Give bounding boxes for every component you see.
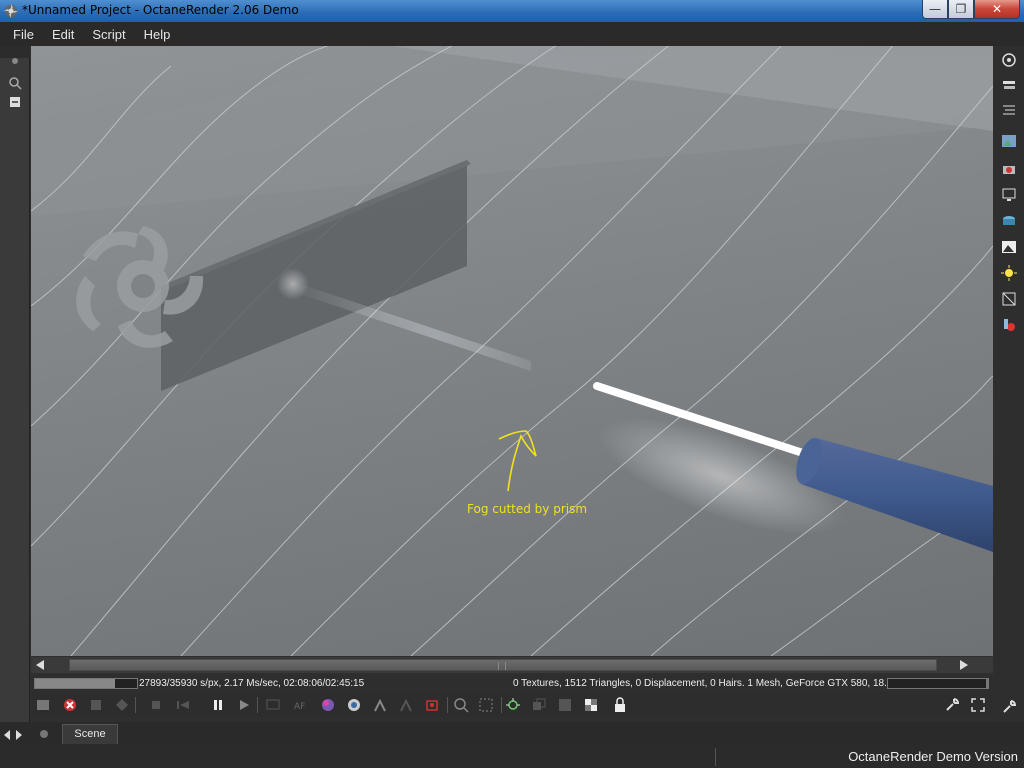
clay-mode-icon[interactable] — [582, 696, 600, 714]
render-progress-fill — [35, 679, 115, 688]
zoom-icon[interactable] — [452, 696, 470, 714]
play-icon[interactable] — [235, 696, 253, 714]
minimize-button[interactable]: — — [922, 0, 948, 19]
light-icon[interactable] — [1000, 264, 1018, 282]
render-progress-bar — [34, 678, 138, 689]
annotation-arrow — [498, 430, 537, 492]
lock-icon[interactable] — [611, 696, 629, 714]
fog-annotation: Fog cutted by prism — [467, 502, 588, 516]
bottom-status-bar: OctaneRender Demo Version — [0, 746, 1024, 768]
render-image — [31, 46, 993, 656]
material-icon[interactable] — [1000, 316, 1018, 334]
scroll-right-arrow-icon[interactable] — [960, 660, 968, 670]
octane-app-icon — [4, 4, 18, 18]
tab-scene[interactable]: Scene — [62, 724, 118, 744]
tab-next-arrow-icon[interactable] — [16, 730, 22, 740]
camera-picker-icon[interactable] — [371, 696, 389, 714]
rewind-icon[interactable] — [174, 696, 192, 714]
scroll-thumb[interactable] — [69, 659, 937, 671]
viewport-resolution-icon[interactable] — [264, 696, 282, 714]
af-icon[interactable]: AF — [292, 696, 310, 714]
outliner-icon[interactable] — [1000, 100, 1018, 118]
render-region-icon[interactable] — [34, 696, 52, 714]
footer-divider — [715, 748, 716, 766]
layers-icon[interactable] — [1000, 77, 1018, 95]
left-panel — [0, 46, 30, 722]
right-toolbar — [994, 46, 1024, 742]
title-bar[interactable]: *Unnamed Project - OctaneRender 2.06 Dem… — [0, 0, 1024, 22]
svg-text:AF: AF — [294, 702, 305, 712]
material-picker-icon[interactable] — [397, 696, 415, 714]
scroll-left-arrow-icon[interactable] — [36, 660, 44, 670]
preferences-wrench-icon[interactable] — [1000, 698, 1018, 716]
render-viewport-icon[interactable] — [1000, 51, 1018, 69]
region-icon[interactable] — [477, 696, 495, 714]
scene-statistics: 0 Textures, 1512 Triangles, 0 Displaceme… — [513, 678, 926, 689]
white-balance-icon[interactable] — [345, 696, 363, 714]
render-toolbar: AF — [31, 693, 993, 717]
texture-icon[interactable] — [1000, 290, 1018, 308]
memory-usage-bar — [887, 678, 989, 689]
save-image-icon[interactable] — [556, 696, 574, 714]
image-icon[interactable] — [1000, 132, 1018, 150]
color-picker-icon[interactable] — [319, 696, 337, 714]
graph-editor-tabs: Scene — [0, 722, 1024, 746]
denoise-icon[interactable] — [504, 696, 522, 714]
node-inspector-icon[interactable] — [4, 76, 26, 92]
display-icon[interactable] — [1000, 186, 1018, 204]
stop-render-icon[interactable] — [61, 696, 79, 714]
samples-status: 27893/35930 s/px, 2.17 Ms/sec, 02:08:06/… — [139, 678, 365, 689]
minimize-icon: — — [929, 2, 941, 16]
render-viewport[interactable]: Fog cutted by prism — [31, 46, 993, 656]
environment-icon[interactable] — [1000, 212, 1018, 230]
menu-script[interactable]: Script — [83, 27, 134, 42]
focus-picker-icon[interactable] — [113, 696, 131, 714]
camera-icon[interactable] — [1000, 160, 1018, 178]
settings-wrench-icon[interactable] — [943, 696, 961, 714]
stop-icon[interactable] — [147, 696, 165, 714]
menu-help[interactable]: Help — [135, 27, 180, 42]
collapse-icon[interactable] — [4, 96, 26, 112]
menu-bar: File Edit Script Help — [0, 22, 1024, 46]
octane-window: *Unnamed Project - OctaneRender 2.06 Dem… — [0, 0, 1024, 768]
fullscreen-icon[interactable] — [969, 696, 987, 714]
window-title: *Unnamed Project - OctaneRender 2.06 Dem… — [22, 3, 299, 17]
pause-icon[interactable] — [209, 696, 227, 714]
pin-dot-icon[interactable] — [40, 730, 48, 738]
close-button[interactable]: ✕ — [974, 0, 1020, 19]
demo-version-label: OctaneRender Demo Version — [848, 749, 1018, 764]
imager-icon[interactable] — [1000, 238, 1018, 256]
memory-usage-fill — [986, 679, 988, 688]
maximize-button[interactable]: ❐ — [948, 0, 974, 19]
restart-render-icon[interactable] — [87, 696, 105, 714]
copy-to-clipboard-icon[interactable] — [530, 696, 548, 714]
close-icon: ✕ — [991, 2, 1003, 16]
tab-prev-arrow-icon[interactable] — [4, 730, 10, 740]
render-status-bar: 27893/35930 s/px, 2.17 Ms/sec, 02:08:06/… — [31, 675, 993, 693]
object-picker-icon[interactable] — [423, 696, 441, 714]
menu-edit[interactable]: Edit — [43, 27, 83, 42]
menu-file[interactable]: File — [4, 27, 43, 42]
scroll-grip — [498, 662, 506, 670]
viewport-horizontal-scrollbar[interactable] — [31, 657, 993, 673]
panel-pin-icon[interactable] — [4, 56, 26, 72]
restore-icon: ❐ — [955, 2, 967, 16]
